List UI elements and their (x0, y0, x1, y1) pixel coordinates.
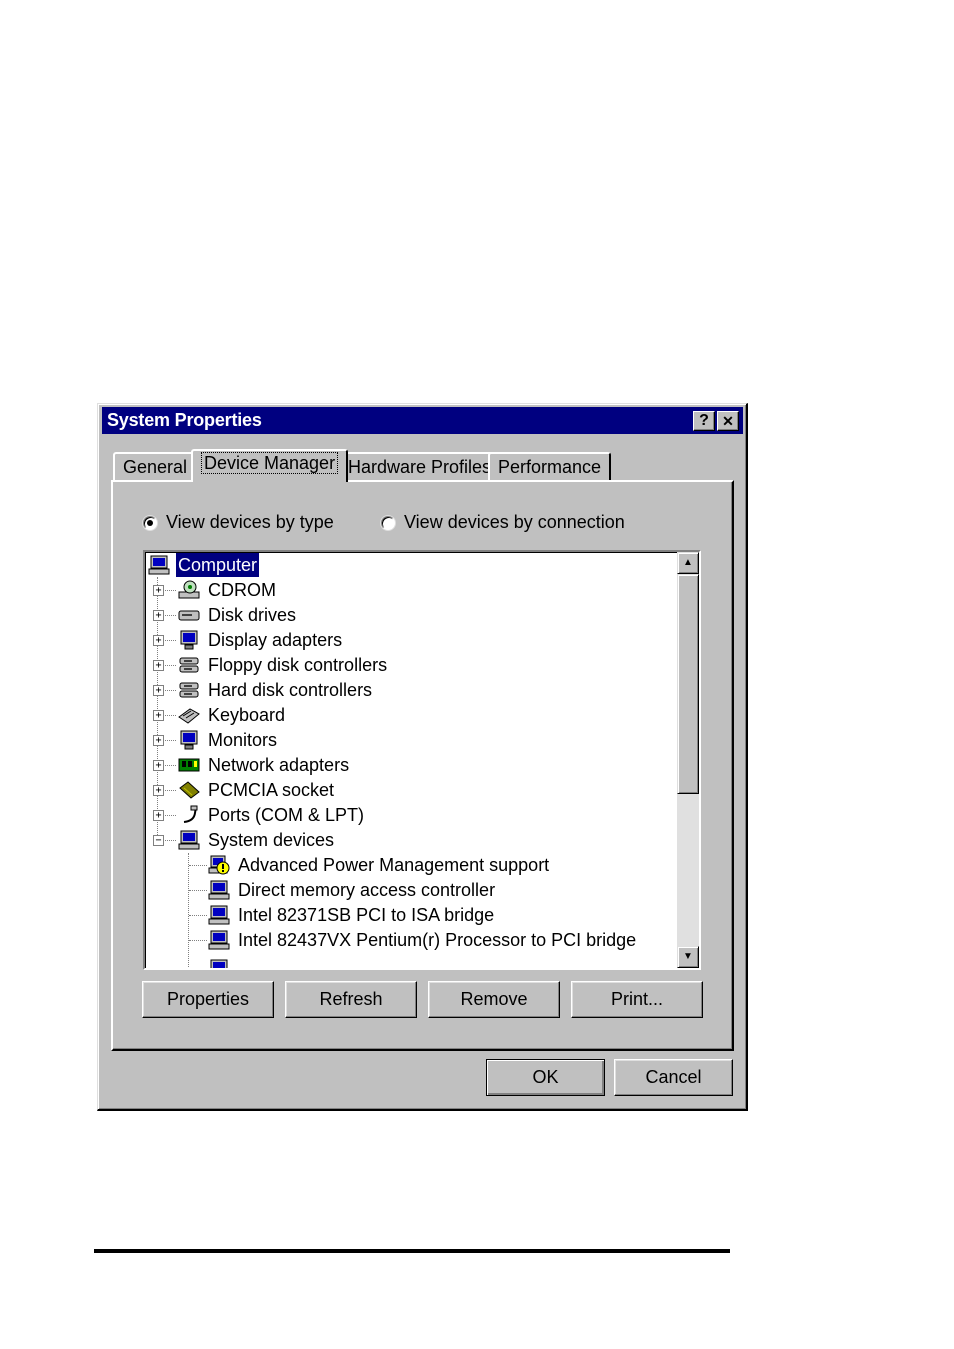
scroll-down-icon[interactable]: ▼ (677, 946, 699, 968)
port-icon (183, 805, 198, 823)
view-by-type-option[interactable]: View devices by type (143, 512, 334, 533)
print-button[interactable]: Print... (571, 981, 703, 1018)
disk-drive-icon (178, 610, 200, 621)
tree-node-label: Computer (176, 553, 260, 577)
tree-scrollbar[interactable]: ▲ ▼ (677, 552, 699, 968)
monitor-icon (180, 630, 198, 650)
monitor-icon (180, 730, 198, 750)
scroll-up-icon[interactable]: ▲ (677, 552, 699, 574)
controller-icon (179, 682, 199, 698)
computer-icon (210, 959, 228, 968)
scroll-thumb[interactable] (677, 574, 699, 794)
tree-node-label: Keyboard (208, 705, 286, 725)
computer-icon (148, 555, 170, 575)
view-by-type-label: View devices by type (166, 512, 334, 532)
tab-performance-label: Performance (498, 457, 602, 477)
collapse-toggle[interactable]: − (153, 835, 164, 846)
tree-node-label: Floppy disk controllers (208, 655, 388, 675)
device-tree[interactable]: Computer + CDROM + Disk drives + Display… (143, 550, 701, 970)
tree-node-label: Disk drives (208, 605, 297, 625)
tab-device-manager-label: Device Manager (201, 452, 339, 474)
tree-node-label: Monitors (208, 730, 278, 750)
tree-node-label: Hard disk controllers (208, 680, 373, 700)
remove-button[interactable]: Remove (428, 981, 560, 1018)
cdrom-icon (178, 580, 200, 599)
tree-node-label: System devices (208, 830, 335, 850)
controller-icon (179, 657, 199, 673)
expand-toggle[interactable]: + (153, 760, 164, 771)
tab-hardware-profiles[interactable]: Hardware Profiles (338, 452, 502, 480)
tab-general[interactable]: General (113, 452, 198, 480)
keyboard-icon (178, 708, 200, 724)
expand-toggle[interactable]: + (153, 710, 164, 721)
expand-toggle[interactable]: + (153, 610, 164, 621)
close-button[interactable]: ✕ (717, 411, 739, 431)
pcmcia-icon (179, 781, 200, 799)
tree-node-label: PCMCIA socket (208, 780, 335, 800)
title-bar[interactable]: System Properties ? ✕ (102, 407, 743, 434)
computer-icon (178, 830, 200, 850)
view-by-type-radio[interactable] (143, 516, 157, 530)
tree-node-label: Ports (COM & LPT) (208, 805, 365, 825)
view-by-connection-radio[interactable] (381, 516, 395, 530)
cancel-button[interactable]: Cancel (614, 1059, 733, 1096)
refresh-button[interactable]: Refresh (285, 981, 417, 1018)
view-by-connection-label: View devices by connection (404, 512, 625, 532)
warning-device-icon (208, 855, 230, 875)
tree-node-label: Advanced Power Management support (238, 855, 550, 875)
view-by-connection-option[interactable]: View devices by connection (381, 512, 625, 533)
help-button[interactable]: ? (693, 411, 715, 431)
system-properties-window: System Properties ? ✕ General Device Man… (97, 403, 748, 1111)
expand-toggle[interactable]: + (153, 735, 164, 746)
network-card-icon (178, 758, 200, 772)
tree-node-label: Intel 82371SB PCI to ISA bridge (238, 905, 495, 925)
expand-toggle[interactable]: + (153, 785, 164, 796)
expand-toggle[interactable]: + (153, 810, 164, 821)
tab-general-label: General (123, 457, 188, 477)
tree-node-label: Intel 82437VX Pentium(r) Processor to PC… (238, 930, 637, 950)
page-divider (94, 1249, 730, 1253)
computer-icon (208, 905, 230, 925)
expand-toggle[interactable]: + (153, 685, 164, 696)
expand-toggle[interactable]: + (153, 660, 164, 671)
tree-node-label: Network adapters (208, 755, 350, 775)
tab-device-manager[interactable]: Device Manager (191, 449, 349, 482)
properties-button[interactable]: Properties (142, 981, 274, 1018)
device-manager-panel: View devices by type View devices by con… (111, 480, 734, 1051)
tree-node-label: Direct memory access controller (238, 880, 496, 900)
computer-icon (208, 930, 230, 950)
ok-button[interactable]: OK (486, 1059, 605, 1096)
expand-toggle[interactable]: + (153, 635, 164, 646)
tree-node-label: Display adapters (208, 630, 343, 650)
tab-performance[interactable]: Performance (488, 452, 612, 480)
tab-hardware-profiles-label: Hardware Profiles (348, 457, 492, 477)
window-title: System Properties (107, 410, 262, 430)
expand-toggle[interactable]: + (153, 585, 164, 596)
computer-icon (208, 880, 230, 900)
tree-node-label: CDROM (208, 580, 276, 600)
tree-connector (188, 853, 189, 968)
